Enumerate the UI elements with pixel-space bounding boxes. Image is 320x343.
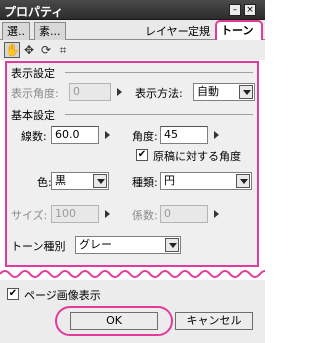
basic-settings-heading: 基本設定 <box>11 109 55 122</box>
tone-type-select[interactable]: グレー <box>75 236 181 254</box>
coef-field[interactable]: 0 <box>160 205 208 223</box>
divider <box>65 72 253 73</box>
type-value: 円 <box>164 174 175 187</box>
rotate-icon[interactable]: ⟳ <box>38 42 54 58</box>
angle-slider-arrow[interactable] <box>214 131 219 139</box>
tone-type-label: トーン種別 <box>11 240 66 253</box>
wavy-divider <box>0 270 265 278</box>
tab-select[interactable]: 選.. <box>2 22 30 40</box>
type-select[interactable]: 円 <box>160 172 252 190</box>
original-angle-label: 原稿に対する角度 <box>153 150 241 163</box>
title-bar: プロパティ – × <box>0 0 265 20</box>
display-method-value: 自動 <box>197 85 219 98</box>
divider <box>65 114 253 115</box>
window-title: プロパティ <box>4 5 64 19</box>
display-method-select[interactable]: 自動 <box>193 83 255 101</box>
color-label: 色: <box>37 176 52 189</box>
display-angle-label: 表示角度: <box>11 87 59 100</box>
display-angle-field[interactable]: 0 <box>69 83 111 101</box>
color-select[interactable]: 黒 <box>51 172 109 190</box>
toolbar: ✋ ✥ ⟳ ⌗ <box>0 40 265 60</box>
tab-ruler[interactable]: 定規 <box>183 22 215 40</box>
size-slider-arrow[interactable] <box>105 210 110 218</box>
size-field[interactable]: 100 <box>51 205 99 223</box>
page-image-label: ページ画像表示 <box>24 289 101 302</box>
move-icon[interactable]: ✥ <box>21 42 37 58</box>
chevron-down-icon[interactable] <box>239 85 253 99</box>
color-value: 黒 <box>55 174 66 187</box>
size-label: サイズ: <box>11 209 48 222</box>
tab-material[interactable]: 素... <box>34 22 66 40</box>
chevron-down-icon[interactable] <box>165 238 179 252</box>
display-settings-heading: 表示設定 <box>11 67 55 80</box>
angle-label: 角度: <box>132 130 158 143</box>
display-angle-slider-arrow[interactable] <box>117 88 122 96</box>
dialog-footer: ✔ ページ画像表示 OK キャンセル <box>0 280 265 343</box>
page-image-checkbox[interactable]: ✔ <box>7 288 19 300</box>
original-angle-checkbox[interactable]: ✔ <box>136 149 148 161</box>
coef-label: 係数: <box>132 209 158 222</box>
coef-slider-arrow[interactable] <box>214 210 219 218</box>
lines-label: 線数: <box>21 130 47 143</box>
chevron-down-icon[interactable] <box>93 174 107 188</box>
tab-bar: 選.. 素... レイヤー 定規 トーン <box>0 20 265 41</box>
lines-slider-arrow[interactable] <box>105 131 110 139</box>
minimize-icon[interactable]: – <box>229 4 241 16</box>
cancel-button[interactable]: キャンセル <box>175 312 253 330</box>
chevron-down-icon[interactable] <box>236 174 250 188</box>
tab-tone[interactable]: トーン <box>215 20 263 41</box>
ok-button[interactable]: OK <box>70 312 158 330</box>
transform-icon[interactable]: ⌗ <box>55 42 71 58</box>
lines-field[interactable]: 60.0 <box>51 126 99 144</box>
angle-field[interactable]: 45 <box>160 126 208 144</box>
tone-settings-panel: 表示設定 表示角度: 0 表示方法: 自動 基本設定 線数: 60.0 角度: … <box>5 61 259 267</box>
tone-type-value: グレー <box>79 238 112 251</box>
hand-icon[interactable]: ✋ <box>4 42 20 58</box>
display-method-label: 表示方法: <box>135 87 183 100</box>
type-label: 種類: <box>132 176 158 189</box>
close-icon[interactable]: × <box>244 4 256 16</box>
